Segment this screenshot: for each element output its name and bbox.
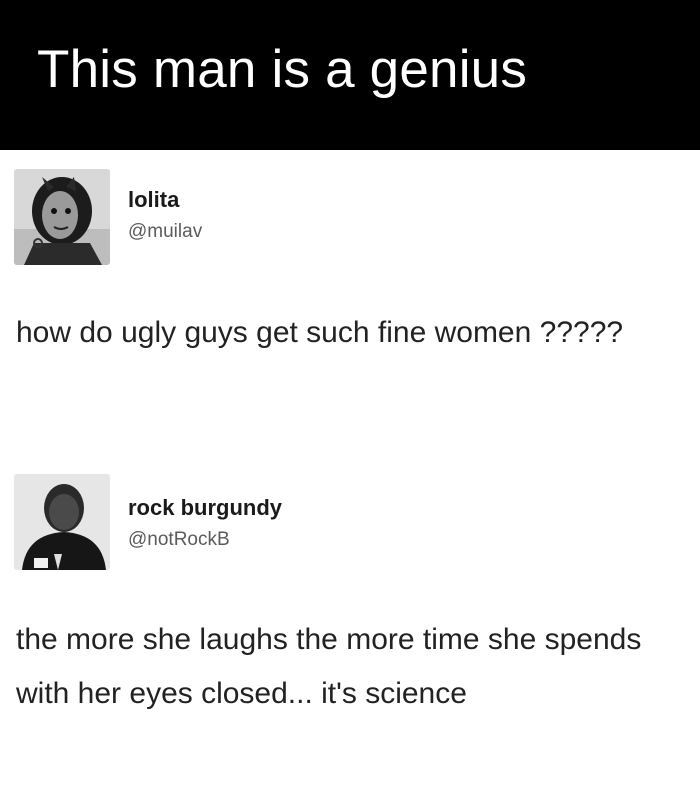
caption-title: This man is a genius [37, 40, 528, 99]
avatar-photo-icon [14, 169, 110, 265]
avatar[interactable] [14, 474, 110, 570]
tweet-text: the more she laughs the more time she sp… [16, 623, 642, 710]
caption-banner: This man is a genius [0, 0, 700, 150]
avatar-photo-icon [14, 474, 110, 570]
tweet-text: how do ugly guys get such fine women ???… [16, 316, 624, 349]
author-block: rock burgundy @notRockB [128, 495, 282, 553]
user-handle[interactable]: @muilav [128, 219, 202, 245]
display-name[interactable]: rock burgundy [128, 495, 282, 521]
display-name[interactable]: lolita [128, 187, 202, 213]
tweet-card: lolita @muilav how do ugly guys get such… [0, 165, 700, 410]
avatar[interactable] [14, 169, 110, 265]
user-handle[interactable]: @notRockB [128, 527, 282, 553]
tweet-card: rock burgundy @notRockB the more she lau… [0, 470, 700, 790]
author-block: lolita @muilav [128, 187, 202, 245]
